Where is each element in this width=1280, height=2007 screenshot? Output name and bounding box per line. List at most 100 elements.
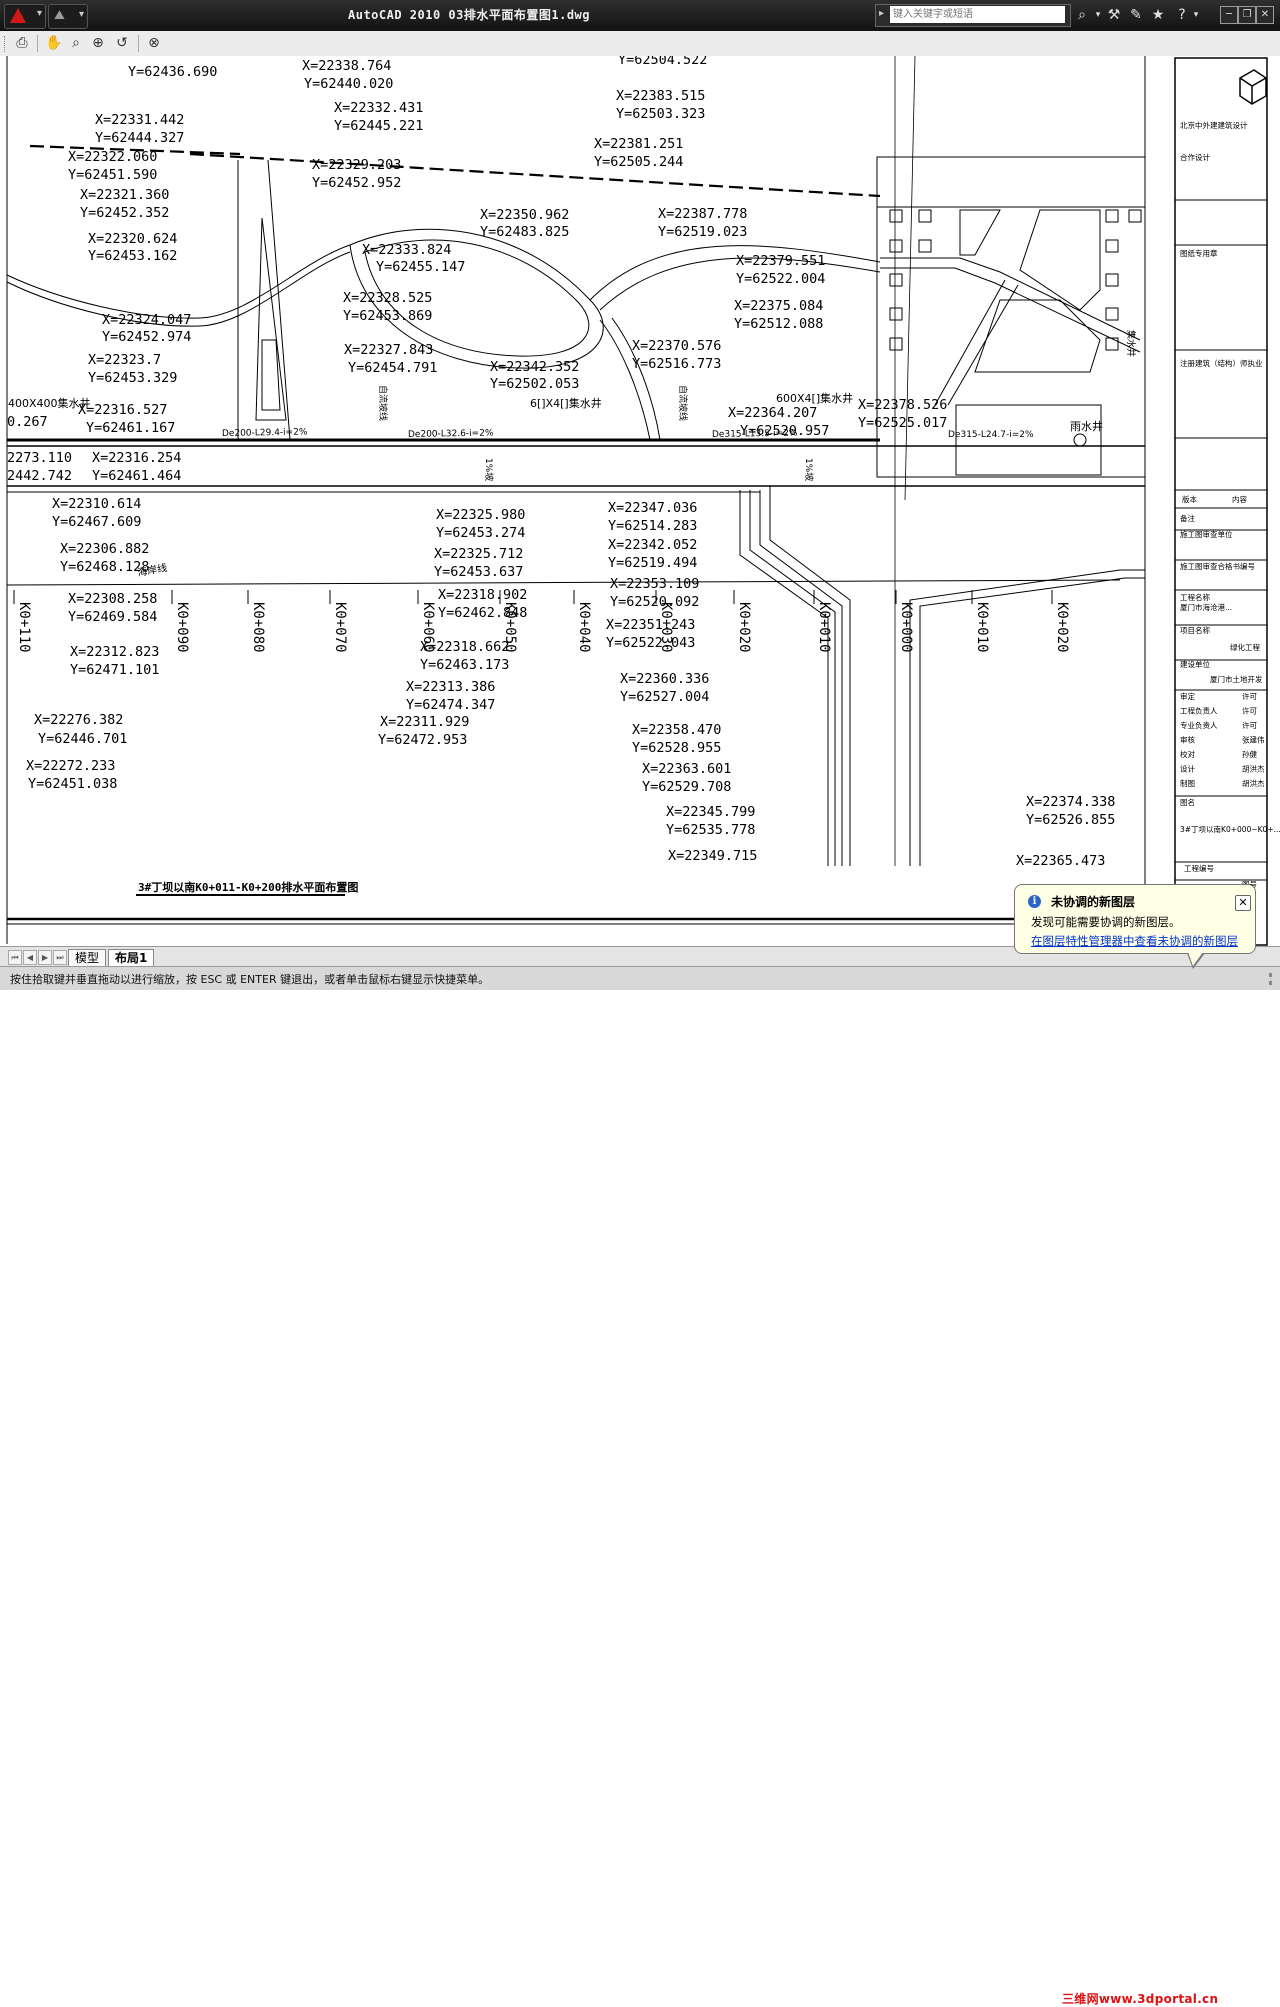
first-tab-icon[interactable]: ⏮ (8, 950, 22, 965)
coordinate-label: X=22325.980 (436, 507, 525, 523)
column-marker (918, 209, 932, 223)
tab-model[interactable]: 模型 (68, 949, 107, 967)
close-button[interactable]: ✕ (1256, 6, 1274, 24)
zoom-window-icon[interactable]: ⊕ (88, 34, 108, 53)
restore-button[interactable]: ❐ (1238, 6, 1256, 24)
flow-label: 自流坡线 (377, 385, 389, 421)
tb-signoff-name: 胡洪杰 (1242, 764, 1265, 774)
next-tab-icon[interactable]: ▶ (38, 950, 52, 965)
coordinate-label: Y=62453.274 (436, 525, 525, 541)
chevron-down-icon: ▾ (36, 8, 42, 19)
close-view-icon[interactable]: ⊗ (144, 34, 164, 53)
coordinate-label: X=22313.386 (406, 679, 495, 695)
chevron-down-icon[interactable]: ▾ (1192, 6, 1200, 24)
chainage-label: K0+060 (420, 602, 436, 653)
prev-tab-icon[interactable]: ◀ (23, 950, 37, 965)
coordinate-label: X=22318.902 (438, 587, 527, 603)
tb-project-label: 工程名称 (1180, 592, 1210, 602)
coordinate-label: Y=62519.023 (658, 224, 747, 240)
drawing-canvas[interactable]: Y=62436.690 X=22338.764 Y=62440.020 Y=62504… (0, 56, 1280, 946)
coordinate-label: X=22342.052 (608, 537, 697, 553)
tb-signoff-role: 审定 (1180, 691, 1196, 701)
tab-layout1[interactable]: 布局1 (108, 949, 155, 967)
well-label: 600X4[]集水井 (776, 391, 853, 405)
coordinate-label: X=22342.352 (490, 359, 579, 375)
rain-well-marker (1073, 433, 1087, 447)
tb-stamp: 图纸专用章 (1180, 248, 1218, 258)
coordinate-label: Y=62529.708 (642, 779, 731, 795)
application-menu-button[interactable]: ▾ (4, 4, 46, 29)
coordinate-label: X=22350.962 (480, 207, 569, 223)
coordinate-label: 2442.742 (7, 468, 72, 484)
search-input[interactable] (890, 6, 1065, 23)
last-tab-icon[interactable]: ⏭ (53, 950, 67, 965)
zoom-previous-icon[interactable]: ↺ (112, 34, 132, 53)
well-label: 雨水井 (1070, 419, 1103, 433)
chainage-label: K0+030 (658, 602, 674, 653)
coordinate-label: Y=62516.773 (632, 356, 721, 372)
coordinate-label: X=22370.576 (632, 338, 721, 354)
column-marker (889, 209, 903, 223)
window-title: AutoCAD 2010 03排水平面布置图1.dwg (348, 8, 590, 22)
workspace-switch-button[interactable]: ⛰ ▾ (48, 4, 88, 29)
favorites-star-icon[interactable]: ★ (1148, 6, 1168, 24)
coordinate-label: X=22347.036 (608, 500, 697, 516)
zoom-realtime-icon[interactable]: ⌕ (66, 34, 86, 53)
road-curve (589, 245, 881, 301)
pipe-label: De200-L32.6-i=2% (408, 429, 494, 440)
help-icon[interactable]: ? (1172, 6, 1192, 24)
coordinate-label: Y=62527.004 (620, 689, 709, 705)
infocenter-search[interactable]: ▸ (875, 4, 1071, 27)
coordinate-label: X=22320.624 (88, 231, 177, 247)
toolbar-separator (138, 35, 139, 52)
road-curve (880, 267, 1141, 353)
coordinate-label: X=22387.778 (658, 206, 747, 222)
layer-manager-link[interactable]: 在图层特性管理器中查看未协调的新图层 (1031, 933, 1238, 949)
close-notification-button[interactable]: ✕ (1235, 895, 1251, 911)
toolbar-grip[interactable] (4, 36, 8, 52)
tb-check-unit: 施工图审查单位 (1180, 529, 1233, 539)
drawing-svg[interactable]: Y=62436.690 X=22338.764 Y=62440.020 Y=62504… (0, 56, 1280, 946)
coordinate-label: X=22353.109 (610, 576, 699, 592)
coordinate-label: X=22316.254 (92, 450, 181, 466)
coordinate-label: Y=62472.953 (378, 732, 467, 748)
coordinate-label: X=22365.473 (1016, 853, 1105, 869)
minimize-button[interactable]: ─ (1220, 6, 1238, 24)
coordinate-label: X=22375.084 (734, 298, 823, 314)
column-marker (1105, 239, 1119, 253)
tb-client-label: 建设单位 (1180, 659, 1210, 669)
coordinate-label: X=22328.525 (343, 290, 432, 306)
plot-icon[interactable]: ⎙ (12, 34, 32, 53)
coordinate-label: X=22312.823 (70, 644, 159, 660)
coordinate-label: Y=62503.323 (616, 106, 705, 122)
coordinate-label: X=22374.338 (1026, 794, 1115, 810)
tb-signoff-name: 许可 (1242, 706, 1258, 716)
subscription-center-icon[interactable]: ⚒ (1104, 6, 1124, 24)
resize-grip-icon[interactable] (1259, 973, 1272, 985)
tb-partner: 合作设计 (1180, 152, 1210, 162)
tb-project-no: 工程编号 (1184, 863, 1214, 873)
watermark-text: 三维网www.3dportal.cn (1062, 1992, 1219, 2006)
slope-label: 1%坡 (803, 458, 815, 481)
coordinate-label: Y=62452.352 (80, 205, 169, 221)
coordinate-label: Y=62455.147 (376, 259, 465, 275)
pan-icon[interactable]: ✋ (44, 34, 64, 53)
road-curve (934, 279, 1006, 406)
coastline (6, 579, 1121, 586)
chevron-down-icon[interactable]: ▾ (1094, 6, 1102, 24)
hatched-area (974, 299, 1101, 373)
coordinate-label: X=22345.799 (666, 804, 755, 820)
tb-signoff-name: 许可 (1242, 720, 1258, 730)
column-marker (1105, 273, 1119, 287)
stepped-line (759, 490, 843, 866)
command-prompt-text: 按住拾取键并垂直拖动以进行缩放，按 ESC 或 ENTER 键退出，或者单击鼠标… (10, 973, 490, 986)
chainage-label: K0+080 (250, 602, 266, 653)
hatched-area (1019, 209, 1101, 311)
coordinate-label: X=22383.515 (616, 88, 705, 104)
coordinate-label: Y=62463.173 (420, 657, 509, 673)
communication-center-icon[interactable]: ✎ (1126, 6, 1146, 24)
binoculars-search-icon[interactable]: ⌕ (1072, 6, 1092, 24)
coordinate-label: X=22325.712 (434, 546, 523, 562)
expand-arrow-icon[interactable]: ▸ (879, 8, 884, 19)
coordinate-label: Y=62505.244 (594, 154, 683, 170)
